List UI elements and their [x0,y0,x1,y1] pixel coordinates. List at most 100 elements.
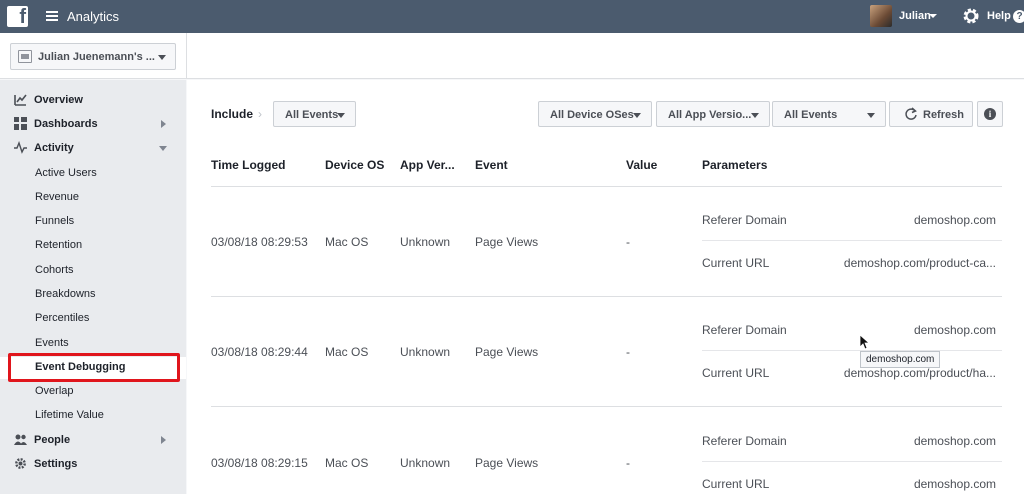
divider [186,33,187,79]
column-header-parameters[interactable]: Parameters [702,158,767,172]
top-navigation-bar: f Analytics Julian Help ? [0,0,1024,33]
help-link[interactable]: Help [987,10,1011,22]
sidebar-item-cohorts[interactable]: Cohorts [0,260,186,282]
sidebar: Overview Dashboards Activity Active User… [0,80,186,494]
sidebar-item-label: Percentiles [35,312,90,324]
value-cell: - [626,456,630,470]
column-header-event[interactable]: Event [475,158,508,172]
device-os-cell: Mac OS [325,345,369,359]
device-os-cell: Mac OS [325,456,369,470]
app-title[interactable]: Analytics [67,9,119,24]
app-version-cell: Unknown [400,456,451,470]
sidebar-item-label: Events [35,337,69,349]
info-button[interactable]: i [977,101,1003,127]
sidebar-item-overlap[interactable]: Overlap [0,381,186,403]
user-menu-caret-icon[interactable] [929,14,937,18]
column-header-device-os[interactable]: Device OS [325,158,384,172]
param-key: Referer Domain [702,323,787,337]
value-cell: - [626,345,630,359]
refresh-icon [905,107,917,120]
param-key: Current URL [702,477,770,491]
column-header-time[interactable]: Time Logged [211,158,285,172]
app-version-dropdown[interactable]: All App Versio... [656,101,770,127]
sidebar-item-dashboards[interactable]: Dashboards [0,114,186,136]
gear-icon [15,458,26,469]
device-os-dropdown[interactable]: All Device OSes [538,101,652,127]
sidebar-item-label: Overview [34,94,83,106]
sidebar-item-active-users[interactable]: Active Users [0,163,186,185]
sidebar-item-people[interactable]: People [0,430,186,452]
refresh-button[interactable]: Refresh [889,101,973,127]
user-avatar[interactable] [870,5,892,27]
event-debugging-highlight [8,353,180,382]
chevron-down-icon [633,113,641,118]
include-events-dropdown[interactable]: All Events [273,101,356,127]
account-bar: Julian Juenemann's ... [0,33,1024,79]
column-header-value[interactable]: Value [626,158,657,172]
gear-icon[interactable] [961,6,981,26]
sidebar-item-label: Active Users [35,167,97,179]
people-icon [14,434,27,445]
column-header-app-version[interactable]: App Ver... [400,158,455,172]
app-version-cell: Unknown [400,235,451,249]
param-value: demoshop.com/product/ha... [843,366,996,380]
include-label: Include [211,107,254,121]
sidebar-item-label: Revenue [35,191,80,203]
sidebar-item-settings[interactable]: Settings [0,454,186,476]
event-cell: Page Views [475,235,539,249]
sidebar-item-events[interactable]: Events [0,333,186,355]
param-value: demoshop.com [913,213,996,227]
param-divider [702,461,1002,462]
app-account-icon [18,50,32,63]
hamburger-menu-icon[interactable] [46,11,58,21]
dropdown-label: All Events [285,109,339,121]
param-value: demoshop.com [913,323,996,337]
param-divider [702,240,1002,241]
sidebar-item-label: Breakdowns [35,288,96,300]
sidebar-item-label: Overlap [35,385,74,397]
sidebar-item-label: Cohorts [35,264,74,276]
time-logged-cell: 03/08/18 08:29:15 [211,456,308,470]
main-content: Include › All Events All Device OSes All… [187,80,1024,494]
param-divider [702,350,1002,351]
app-version-cell: Unknown [400,345,451,359]
param-key: Referer Domain [702,434,787,448]
sidebar-item-overview[interactable]: Overview [0,90,186,112]
time-logged-cell: 03/08/18 08:29:53 [211,235,308,249]
dashboards-icon [14,117,27,130]
user-name[interactable]: Julian [899,10,931,22]
sidebar-item-percentiles[interactable]: Percentiles [0,308,186,330]
sidebar-item-label: People [34,434,71,446]
events-dropdown[interactable]: All Events [772,101,886,127]
sidebar-item-lifetime-value[interactable]: Lifetime Value [0,405,186,427]
help-icon[interactable]: ? [1013,10,1024,23]
row-divider [211,406,1002,407]
activity-icon [14,141,27,154]
sidebar-item-label: Retention [35,239,83,251]
param-key: Current URL [702,256,770,270]
chevron-down-icon [867,113,875,118]
sidebar-item-funnels[interactable]: Funnels [0,211,186,233]
chevron-down-icon [751,113,759,118]
sidebar-item-retention[interactable]: Retention [0,235,186,257]
dropdown-label: All Events [784,109,838,121]
chevron-right-icon [161,436,166,444]
sidebar-item-activity[interactable]: Activity [0,138,186,160]
facebook-logo-icon[interactable]: f [7,6,28,28]
sidebar-item-breakdowns[interactable]: Breakdowns [0,284,186,306]
param-key: Current URL [702,366,770,380]
param-value: demoshop.com [913,434,996,448]
account-selector[interactable]: Julian Juenemann's ... [10,43,176,70]
sidebar-item-revenue[interactable]: Revenue [0,187,186,209]
param-value: demoshop.com [913,477,996,491]
chevron-right-icon: › [258,107,262,121]
chevron-down-icon [159,146,167,151]
sidebar-item-label: Activity [34,142,74,154]
account-name: Julian Juenemann's ... [38,51,155,63]
chevron-down-icon [158,55,166,60]
chevron-right-icon [161,120,166,128]
event-cell: Page Views [475,345,539,359]
row-divider [211,296,1002,297]
time-logged-cell: 03/08/18 08:29:44 [211,345,308,359]
sidebar-item-label: Dashboards [34,118,98,130]
